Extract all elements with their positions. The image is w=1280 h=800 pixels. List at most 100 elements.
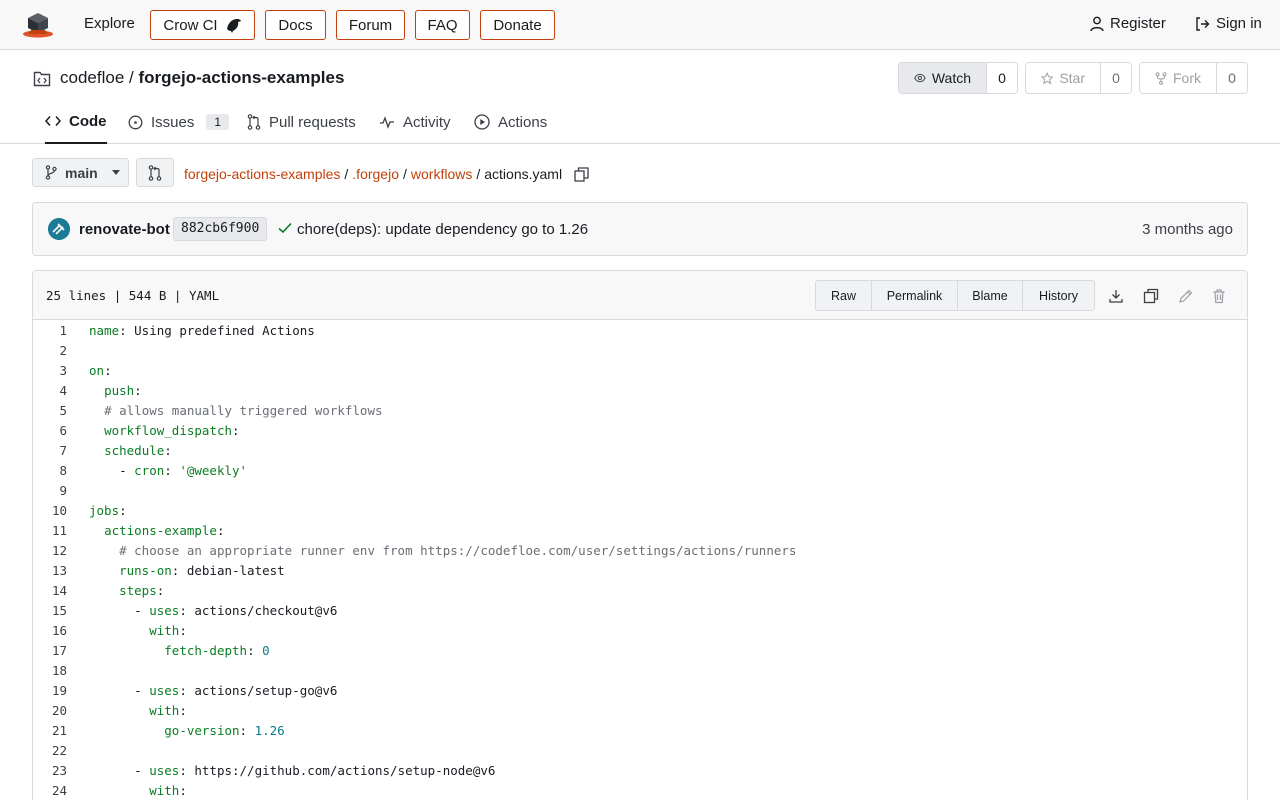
- file-info: 25 lines | 544 B | YAML: [46, 288, 220, 303]
- code-line: 23 - uses: https://github.com/actions/se…: [33, 761, 1247, 781]
- star-icon: [1041, 71, 1054, 84]
- permalink-button[interactable]: Permalink: [872, 281, 958, 310]
- line-number[interactable]: 9: [33, 481, 67, 501]
- code-line: 20 with:: [33, 701, 1247, 721]
- tab-actions[interactable]: Actions: [474, 100, 547, 144]
- line-number[interactable]: 13: [33, 561, 67, 581]
- line-content: workflow_dispatch:: [104, 423, 240, 438]
- line-number[interactable]: 8: [33, 461, 67, 481]
- repo-name-link[interactable]: forgejo-actions-examples: [138, 68, 344, 87]
- nav-explore-link[interactable]: Explore: [84, 15, 135, 32]
- compare-button[interactable]: [136, 158, 174, 187]
- copy-content-icon[interactable]: [1143, 288, 1159, 304]
- tab-code[interactable]: Code: [45, 100, 107, 144]
- tab-issues[interactable]: Issues 1: [128, 100, 230, 144]
- line-number[interactable]: 15: [33, 601, 67, 621]
- code-line: 14 steps:: [33, 581, 1247, 601]
- repo-owner-link[interactable]: codefloe: [60, 68, 124, 87]
- watch-label: Watch: [931, 70, 971, 86]
- line-number[interactable]: 12: [33, 541, 67, 561]
- copy-path-icon[interactable]: [574, 166, 589, 182]
- code-icon: [45, 116, 61, 126]
- line-number[interactable]: 14: [33, 581, 67, 601]
- nav-forum-button[interactable]: Forum: [336, 10, 405, 40]
- history-button[interactable]: History: [1023, 281, 1094, 310]
- breadcrumb-current-file: actions.yaml: [484, 166, 563, 182]
- tab-actions-label: Actions: [498, 113, 548, 131]
- download-icon[interactable]: [1108, 288, 1124, 304]
- branch-name: main: [65, 164, 98, 181]
- code-line: 15 - uses: actions/checkout@v6: [33, 601, 1247, 621]
- commit-time: 3 months ago: [1142, 221, 1233, 238]
- star-count[interactable]: 0: [1101, 63, 1131, 93]
- top-navbar: Explore Crow CI Docs Forum FAQ Donate Re…: [0, 0, 1280, 50]
- commit-message-link[interactable]: chore(deps): update dependency go to 1.2…: [297, 221, 588, 238]
- line-number[interactable]: 5: [33, 401, 67, 421]
- star-button[interactable]: Star: [1026, 63, 1101, 93]
- nav-docs-button[interactable]: Docs: [265, 10, 326, 40]
- trash-icon[interactable]: [1211, 288, 1227, 304]
- register-link[interactable]: Register: [1090, 15, 1166, 32]
- line-content: with:: [149, 623, 187, 638]
- breadcrumb-forgejo-link[interactable]: .forgejo: [352, 166, 399, 182]
- eye-icon: [914, 73, 926, 83]
- nav-faq-button[interactable]: FAQ: [415, 10, 470, 40]
- line-content: schedule:: [104, 443, 172, 458]
- line-number[interactable]: 23: [33, 761, 67, 781]
- fork-button[interactable]: Fork: [1140, 63, 1217, 93]
- line-number[interactable]: 10: [33, 501, 67, 521]
- pencil-icon[interactable]: [1178, 288, 1194, 304]
- code-line: 6 workflow_dispatch:: [33, 421, 1247, 441]
- line-content: steps:: [119, 583, 165, 598]
- line-number[interactable]: 7: [33, 441, 67, 461]
- breadcrumb-repo-link[interactable]: forgejo-actions-examples: [184, 166, 340, 182]
- watch-button[interactable]: Watch: [899, 63, 987, 93]
- line-content: - uses: actions/checkout@v6: [89, 603, 338, 618]
- line-number[interactable]: 24: [33, 781, 67, 800]
- line-number[interactable]: 1: [33, 321, 67, 341]
- commit-sha-link[interactable]: 882cb6f900: [173, 217, 268, 241]
- tab-code-label: Code: [69, 112, 107, 130]
- commit-author-link[interactable]: renovate-bot: [79, 221, 170, 238]
- raw-button[interactable]: Raw: [816, 281, 872, 310]
- tab-activity[interactable]: Activity: [379, 100, 451, 144]
- line-content: fetch-depth: 0: [164, 643, 270, 658]
- fork-icon: [1155, 71, 1167, 85]
- code-line: 10 jobs:: [33, 501, 1247, 521]
- forgejo-logo-icon[interactable]: [22, 11, 54, 39]
- sign-in-link[interactable]: Sign in: [1195, 15, 1262, 32]
- nav-crow-ci-button[interactable]: Crow CI: [150, 10, 255, 40]
- code-line: 17 fetch-depth: 0: [33, 641, 1247, 661]
- fork-count[interactable]: 0: [1217, 63, 1247, 93]
- line-content: # allows manually triggered workflows: [104, 403, 383, 418]
- line-number[interactable]: 18: [33, 661, 67, 681]
- line-number[interactable]: 2: [33, 341, 67, 361]
- line-number[interactable]: 20: [33, 701, 67, 721]
- star-label: Star: [1059, 70, 1085, 86]
- line-number[interactable]: 21: [33, 721, 67, 741]
- line-content: go-version: 1.26: [164, 723, 285, 738]
- breadcrumb-workflows-link[interactable]: workflows: [411, 166, 472, 182]
- line-number[interactable]: 17: [33, 641, 67, 661]
- line-number[interactable]: 19: [33, 681, 67, 701]
- line-content: runs-on: debian-latest: [119, 563, 285, 578]
- watch-count[interactable]: 0: [987, 63, 1017, 93]
- line-number[interactable]: 3: [33, 361, 67, 381]
- line-number[interactable]: 4: [33, 381, 67, 401]
- tab-pull-requests[interactable]: Pull requests: [247, 100, 356, 144]
- nav-donate-button[interactable]: Donate: [480, 10, 555, 40]
- line-number[interactable]: 11: [33, 521, 67, 541]
- line-number[interactable]: 22: [33, 741, 67, 761]
- line-number[interactable]: 16: [33, 621, 67, 641]
- file-button-group: Raw Permalink Blame History: [815, 280, 1095, 311]
- file-header: 25 lines | 544 B | YAML Raw Permalink Bl…: [33, 271, 1247, 320]
- line-content: with:: [149, 703, 187, 718]
- branch-selector[interactable]: main: [32, 158, 129, 187]
- tab-issues-label: Issues: [151, 113, 195, 131]
- check-icon[interactable]: [278, 222, 292, 234]
- avatar[interactable]: [48, 218, 70, 240]
- line-number[interactable]: 6: [33, 421, 67, 441]
- pulse-icon: [380, 116, 394, 129]
- nav-forum-label: Forum: [348, 16, 393, 34]
- blame-button[interactable]: Blame: [958, 281, 1023, 310]
